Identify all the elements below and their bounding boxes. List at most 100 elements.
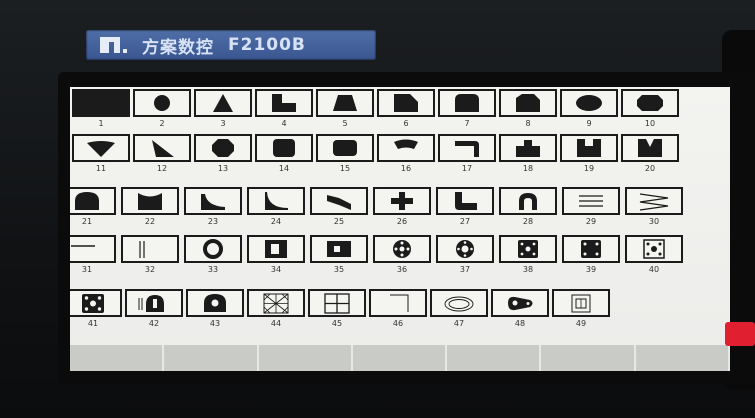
brand-logo-icon (100, 35, 130, 55)
shape-number-label: 46 (392, 319, 404, 328)
shape-cell-15[interactable] (316, 134, 374, 162)
square-plate-holes-icon (82, 294, 104, 313)
shape-number-label: 38 (522, 265, 534, 274)
softkey-6[interactable] (541, 345, 636, 371)
shape-cell-6[interactable] (377, 89, 435, 117)
shape-cell-21[interactable] (70, 187, 116, 215)
softkey-4[interactable] (352, 345, 448, 371)
shape-number-label: 17 (461, 164, 473, 173)
shape-cell-44[interactable] (247, 289, 305, 317)
shape-number-label: 6 (403, 119, 409, 128)
shape-cell-22[interactable] (121, 187, 179, 215)
corner-line-icon (390, 294, 409, 312)
shape-cell-33[interactable] (184, 235, 242, 263)
shape-number-label: 5 (342, 119, 348, 128)
sector-shape-icon (87, 141, 115, 157)
shape-cell-37[interactable] (436, 235, 494, 263)
shape-cell-42[interactable] (125, 289, 183, 317)
shape-cell-11[interactable] (72, 134, 130, 162)
shape-cell-2[interactable] (133, 89, 191, 117)
shape-cell-4[interactable] (255, 89, 313, 117)
hatched-grid-icon (263, 293, 289, 314)
slanted-wedge-icon (152, 140, 174, 157)
softkey-3[interactable] (258, 345, 353, 371)
shape-cell-29[interactable] (562, 187, 620, 215)
shape-number-label: 19 (583, 164, 595, 173)
shape-cell-18[interactable] (499, 134, 557, 162)
l-step-shape-icon (272, 94, 296, 112)
shape-cell-46[interactable] (369, 289, 427, 317)
parallel-lines-icon (579, 195, 603, 207)
square-four-holes-icon (581, 240, 601, 258)
horizontal-line-icon (71, 245, 95, 247)
shape-cell-16[interactable] (377, 134, 435, 162)
softkey-2[interactable] (164, 345, 259, 371)
shape-number-label: 37 (459, 265, 471, 274)
shape-cell-13[interactable] (194, 134, 252, 162)
ellipse-ring-icon (444, 296, 474, 312)
shape-cell-27[interactable] (436, 187, 494, 215)
shape-cell-32[interactable] (121, 235, 179, 263)
shape-cell-24[interactable] (247, 187, 305, 215)
shape-number-label: 45 (331, 319, 343, 328)
shape-cell-1[interactable] (72, 89, 130, 117)
shape-number-label: 41 (87, 319, 99, 328)
shape-cell-10[interactable] (621, 89, 679, 117)
softkey-5[interactable] (447, 345, 542, 371)
shape-cell-3[interactable] (194, 89, 252, 117)
shape-number-label: 26 (396, 217, 408, 226)
shape-cell-45[interactable] (308, 289, 366, 317)
shape-number-label: 34 (270, 265, 282, 274)
shape-cell-17[interactable] (438, 134, 496, 162)
shape-number-label: 2 (159, 119, 165, 128)
shape-cell-23[interactable] (184, 187, 242, 215)
shape-cell-7[interactable] (438, 89, 496, 117)
shape-cell-9[interactable] (560, 89, 618, 117)
shape-cell-40[interactable] (625, 235, 683, 263)
shape-number-label: 23 (207, 217, 219, 226)
shape-number-label: 28 (522, 217, 534, 226)
shape-number-label: 35 (333, 265, 345, 274)
shape-cell-26[interactable] (373, 187, 431, 215)
arch-shape-icon (75, 192, 99, 210)
shape-cell-47[interactable] (430, 289, 488, 317)
shape-cell-35[interactable] (310, 235, 368, 263)
shape-cell-38[interactable] (499, 235, 557, 263)
shape-cell-19[interactable] (560, 134, 618, 162)
shape-number-label: 9 (586, 119, 592, 128)
softkey-7[interactable] (635, 345, 730, 371)
shape-cell-14[interactable] (255, 134, 313, 162)
shape-cell-5[interactable] (316, 89, 374, 117)
shape-cell-20[interactable] (621, 134, 679, 162)
shape-number-label: 8 (525, 119, 531, 128)
red-indicator-light (725, 322, 755, 346)
shape-cell-12[interactable] (133, 134, 191, 162)
shape-cell-25[interactable] (310, 187, 368, 215)
rounded-rect-icon (333, 140, 357, 156)
shape-number-label: 42 (148, 319, 160, 328)
model-name: F2100B (228, 35, 306, 55)
window-grid-icon (324, 293, 350, 314)
shape-cell-48[interactable] (491, 289, 549, 317)
shape-cell-31[interactable] (70, 235, 116, 263)
shape-cell-49[interactable] (552, 289, 610, 317)
shape-number-label: 14 (278, 164, 290, 173)
shape-cell-34[interactable] (247, 235, 305, 263)
shape-cell-8[interactable] (499, 89, 557, 117)
softkey-bar (70, 345, 730, 371)
nested-square-icon (571, 294, 591, 313)
shape-cell-39[interactable] (562, 235, 620, 263)
shape-number-label: 4 (281, 119, 287, 128)
shape-cell-41[interactable] (70, 289, 122, 317)
softkey-1[interactable] (70, 345, 165, 371)
shape-cell-43[interactable] (186, 289, 244, 317)
rounded-top-rect-icon (455, 94, 479, 112)
shape-cell-28[interactable] (499, 187, 557, 215)
arc-band-icon (394, 139, 418, 149)
shape-number-label: 27 (459, 217, 471, 226)
shape-cell-36[interactable] (373, 235, 431, 263)
t-base-shape-icon (516, 140, 540, 157)
shape-number-label: 1 (98, 119, 104, 128)
shape-cell-30[interactable] (625, 187, 683, 215)
shape-number-label: 3 (220, 119, 226, 128)
